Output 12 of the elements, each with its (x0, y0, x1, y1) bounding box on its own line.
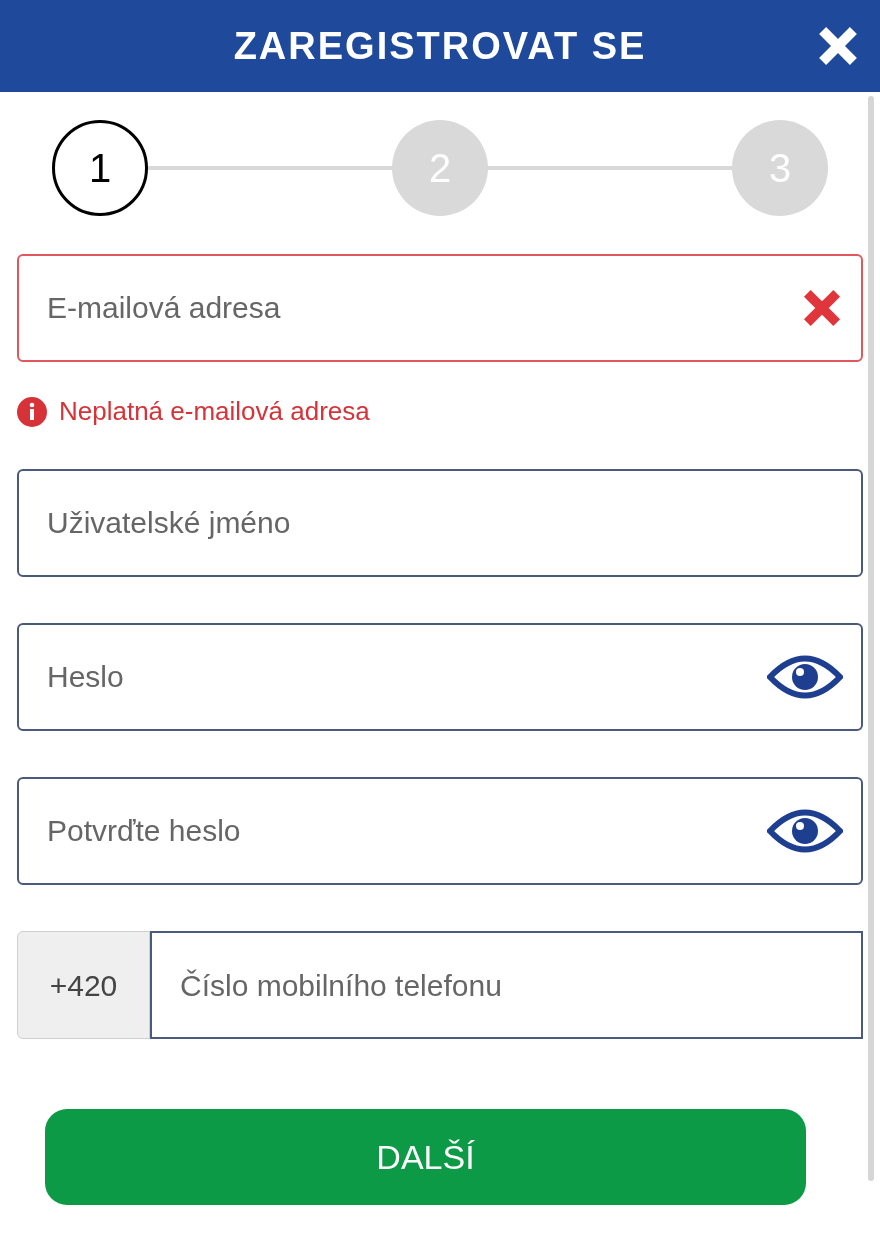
input-field[interactable]: E-mailová adresa (17, 254, 863, 362)
input-field[interactable]: Uživatelské jméno (17, 469, 863, 577)
info-icon (17, 396, 47, 427)
input-field[interactable]: Heslo (17, 623, 863, 731)
error-message: Neplatná e-mailová adresa (59, 395, 370, 428)
country-code: +420 (17, 931, 150, 1039)
phone-field[interactable]: Číslo mobilního telefonu (150, 931, 863, 1039)
next-button[interactable]: DALŠÍ (45, 1109, 806, 1205)
input-field[interactable]: Potvrďte heslo (17, 777, 863, 885)
scrollbar[interactable] (868, 96, 874, 1181)
error-x-icon (801, 287, 843, 329)
dialog-title: ZAREGISTROVAT SE (233, 23, 647, 69)
